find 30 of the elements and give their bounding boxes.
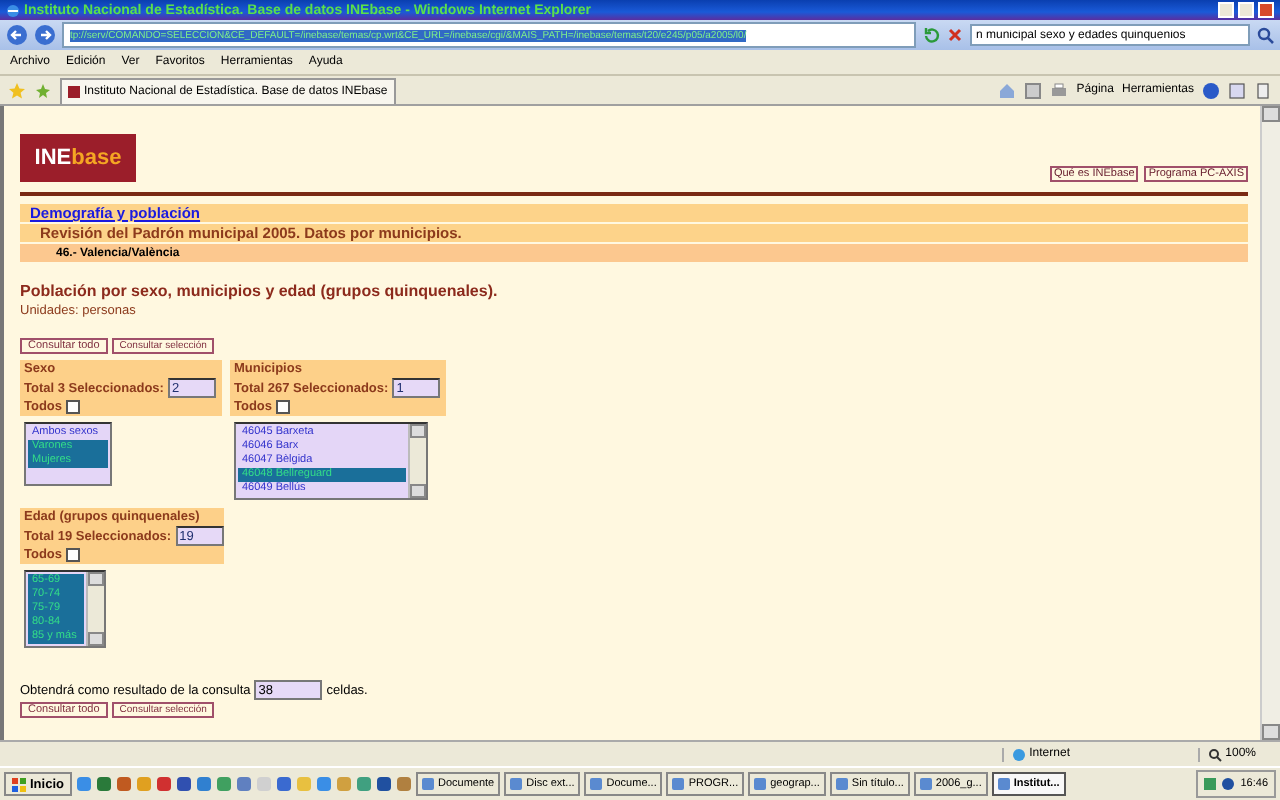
home-icon[interactable]: [998, 81, 1017, 99]
zoom-icon[interactable]: [1207, 747, 1222, 761]
table-heading: Población por sexo, municipios y edad (grupos quinquenales).: [20, 282, 500, 300]
all-checkbox[interactable]: [66, 548, 81, 562]
site-logo[interactable]: INEbase: [20, 134, 136, 182]
app-icon: [919, 778, 932, 790]
windows-logo-icon: [12, 777, 26, 791]
page-scrollbar[interactable]: [1260, 106, 1280, 740]
app-icon: [421, 778, 434, 790]
star-icon[interactable]: [8, 81, 26, 99]
app-icon: [510, 778, 523, 790]
app-icon: [672, 778, 685, 790]
back-icon[interactable]: [6, 24, 28, 46]
app-icon: [997, 778, 1010, 790]
close-button[interactable]: [1258, 2, 1274, 18]
site-icon: [68, 85, 80, 97]
app-icon: [835, 778, 848, 790]
search-icon[interactable]: [1256, 26, 1274, 44]
app-icon: [754, 778, 767, 790]
refresh-icon[interactable]: [922, 26, 940, 44]
all-checkbox[interactable]: [66, 400, 81, 414]
add-favorite-icon[interactable]: [34, 81, 52, 99]
forward-icon[interactable]: [34, 24, 56, 46]
scrollbar[interactable]: [86, 572, 104, 646]
scrollbar[interactable]: [408, 424, 426, 498]
print-icon[interactable]: [1050, 81, 1069, 99]
stop-icon[interactable]: [946, 26, 964, 44]
app-icon: [590, 778, 603, 790]
browser-icon: [6, 3, 20, 17]
all-checkbox[interactable]: [276, 400, 291, 414]
